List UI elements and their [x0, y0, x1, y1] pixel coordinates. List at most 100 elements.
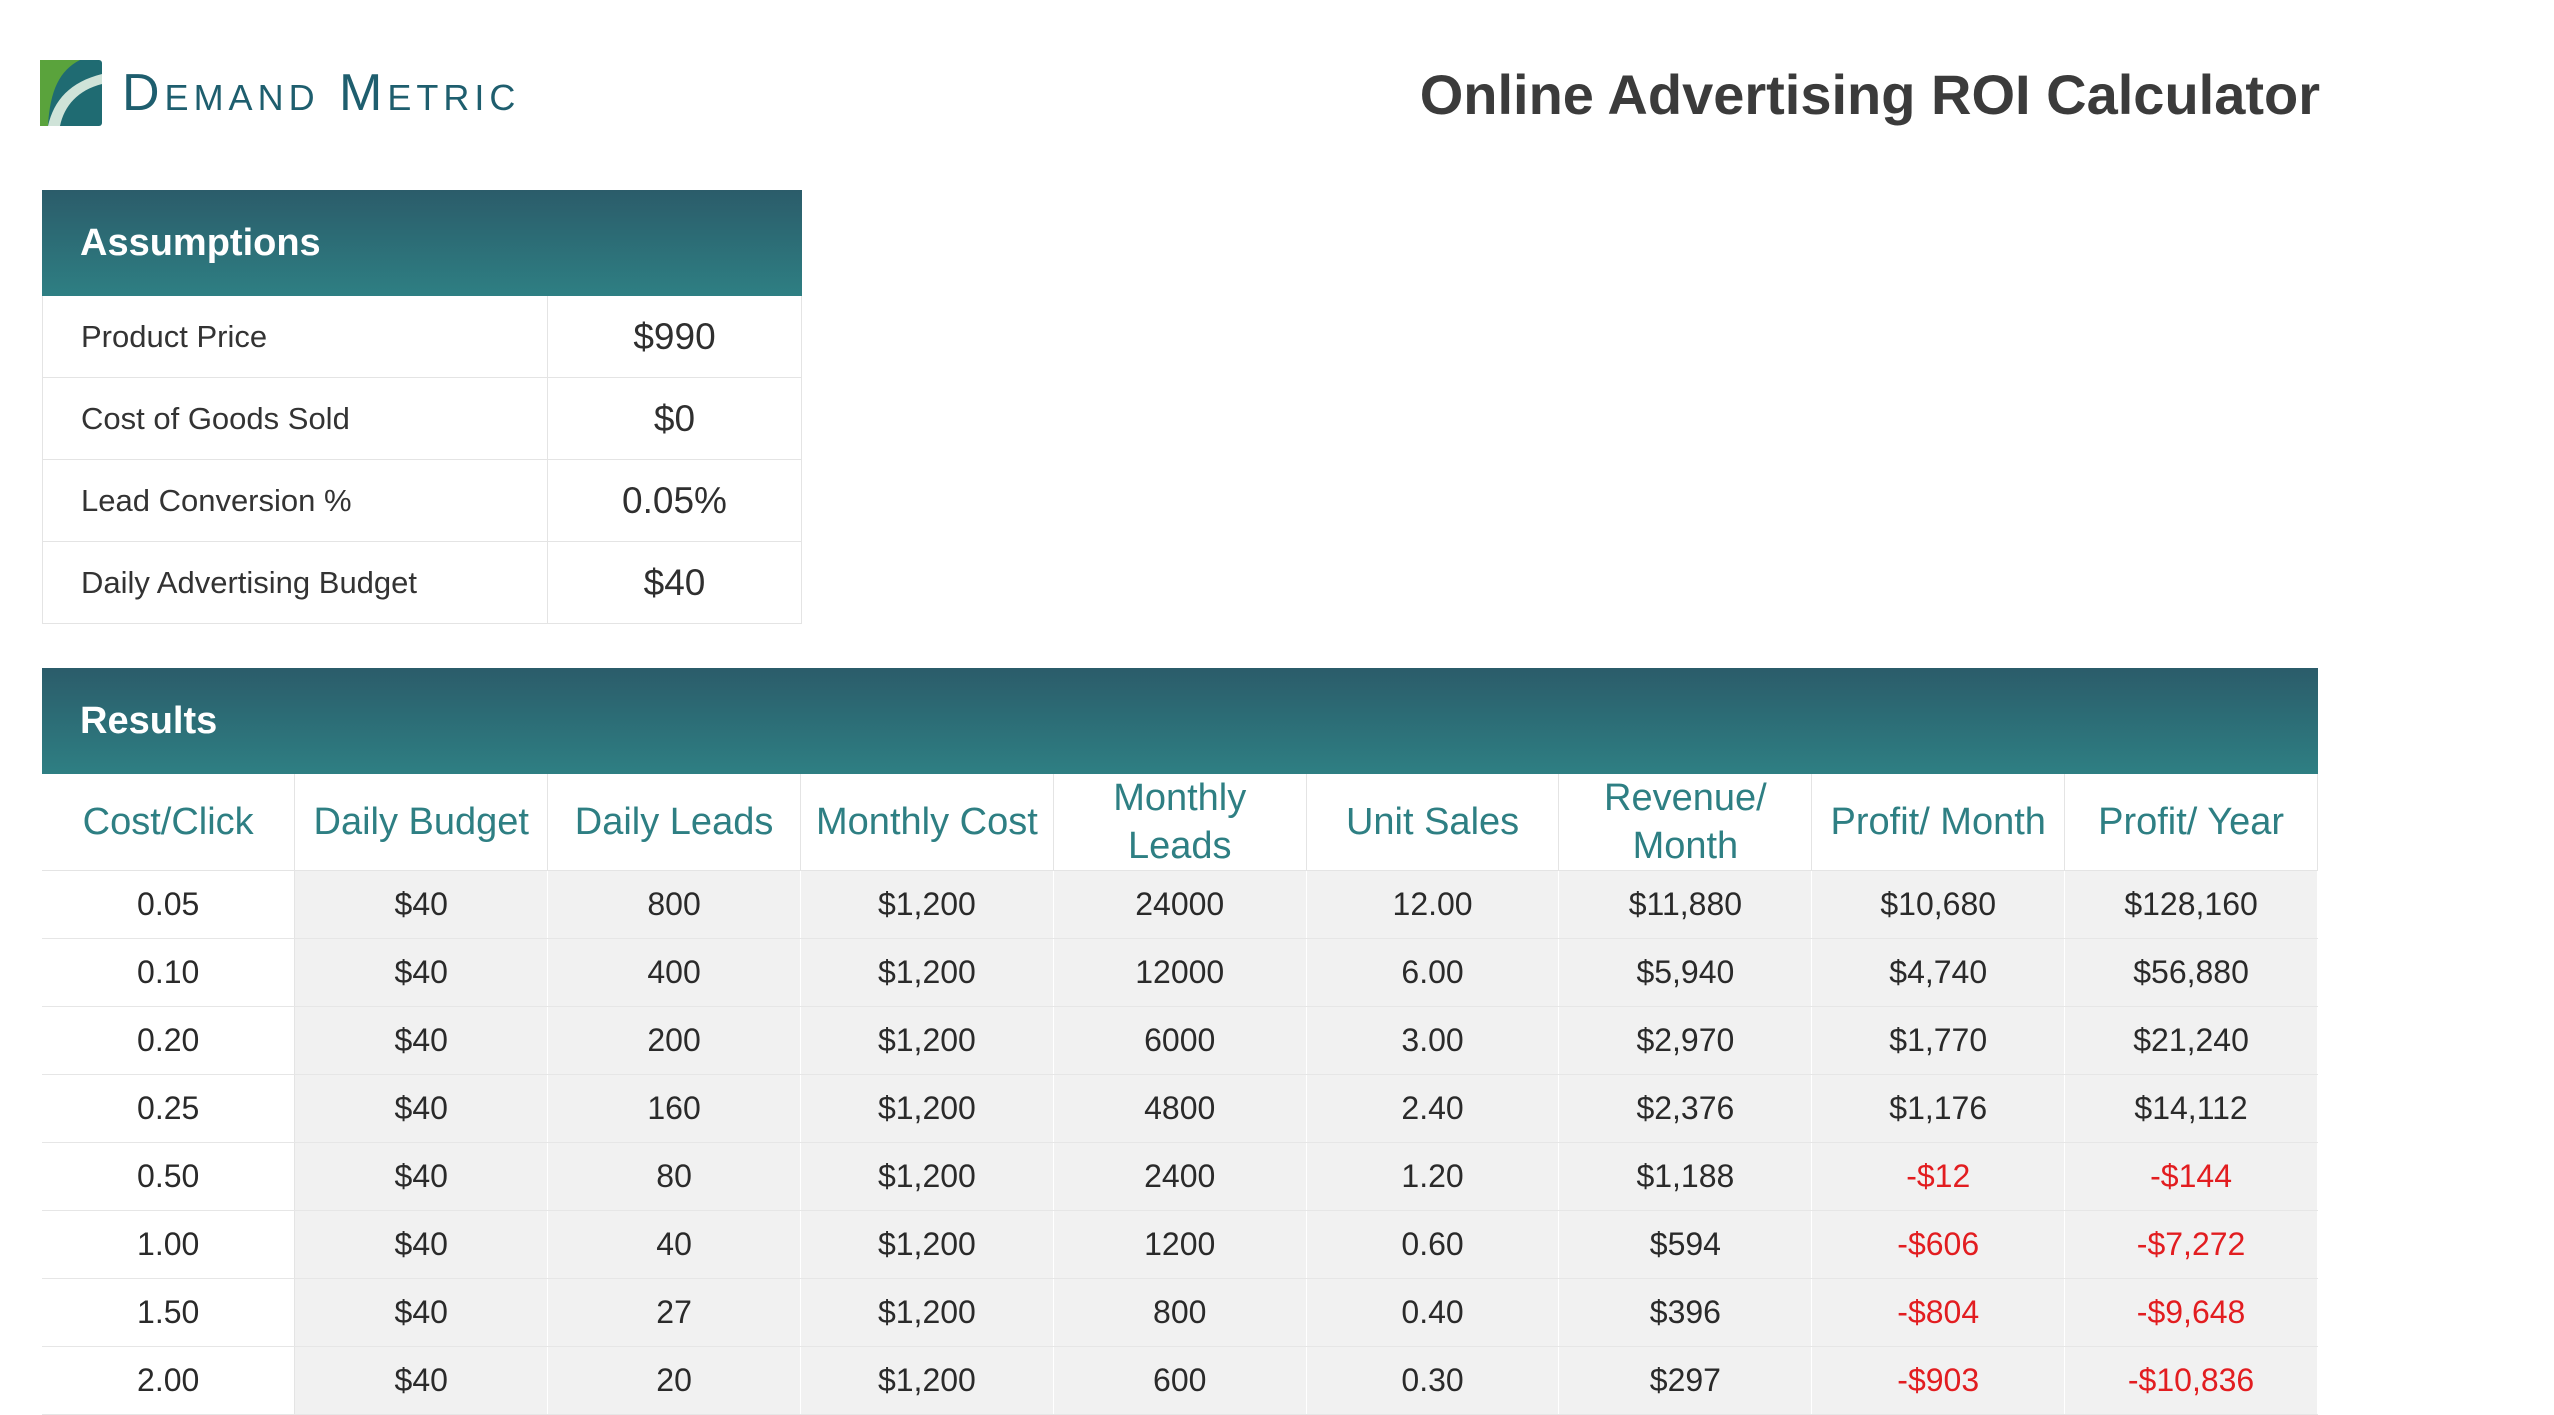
table-cell: $40 [294, 1006, 549, 1075]
table-cell: $40 [294, 1278, 549, 1347]
assumption-label: Lead Conversion % [43, 460, 548, 541]
table-cell: 160 [547, 1074, 801, 1143]
brand-name: Demand Metric [122, 64, 521, 122]
table-cell: $21,240 [2064, 1006, 2318, 1075]
table-cell: 40 [547, 1210, 801, 1279]
assumptions-panel: Assumptions Product Price $990 Cost of Goo… [42, 190, 802, 624]
table-cell: -$10,836 [2064, 1346, 2318, 1415]
assumption-row: Product Price $990 [42, 296, 802, 378]
table-cell: 0.40 [1306, 1278, 1560, 1347]
column-header: Daily Leads [547, 774, 801, 871]
table-cell: $40 [294, 1346, 549, 1415]
table-cell: $40 [294, 1210, 549, 1279]
table-cell: $1,770 [1811, 1006, 2066, 1075]
table-cell: $40 [294, 1074, 549, 1143]
column-header: Unit Sales [1306, 774, 1560, 871]
results-panel: Results Cost/Click Daily Budget Daily Lead… [42, 668, 2318, 1415]
assumptions-header: Assumptions [42, 190, 802, 296]
table-cell: $1,200 [800, 1142, 1054, 1211]
table-cell: 800 [547, 870, 801, 939]
table-cell: 2.00 [42, 1346, 296, 1415]
demand-metric-logo-icon [40, 60, 102, 126]
table-cell: $297 [1558, 1346, 1813, 1415]
table-cell: 24000 [1053, 870, 1307, 939]
table-cell: $1,200 [800, 1074, 1054, 1143]
table-row: 0.50 $40 80 $1,200 2400 1.20 $1,188 -$12 -$144 [42, 1142, 2318, 1211]
table-cell: 1200 [1053, 1210, 1307, 1279]
table-cell: 0.30 [1306, 1346, 1560, 1415]
table-cell: 1.20 [1306, 1142, 1560, 1211]
table-cell: 12.00 [1306, 870, 1560, 939]
table-cell: 0.50 [42, 1142, 296, 1211]
table-cell: $1,200 [800, 938, 1054, 1007]
table-row: 0.20 $40 200 $1,200 6000 3.00 $2,970 $1,770 $21,… [42, 1006, 2318, 1075]
assumption-value-field[interactable]: $0 [548, 378, 801, 459]
assumption-row: Lead Conversion % 0.05% [42, 460, 802, 542]
table-cell: 6000 [1053, 1006, 1307, 1075]
table-cell: $1,200 [800, 870, 1054, 939]
table-cell: -$804 [1811, 1278, 2066, 1347]
table-cell: -$903 [1811, 1346, 2066, 1415]
table-cell: $128,160 [2064, 870, 2318, 939]
column-header: Daily Budget [294, 774, 549, 871]
table-cell: -$606 [1811, 1210, 2066, 1279]
table-cell: 27 [547, 1278, 801, 1347]
assumption-value-field[interactable]: 0.05% [548, 460, 801, 541]
table-cell: $40 [294, 938, 549, 1007]
table-cell: $56,880 [2064, 938, 2318, 1007]
assumption-row: Daily Advertising Budget $40 [42, 542, 802, 624]
column-header: Monthly Cost [800, 774, 1054, 871]
table-cell: $10,680 [1811, 870, 2066, 939]
table-cell: 2400 [1053, 1142, 1307, 1211]
table-row: 1.00 $40 40 $1,200 1200 0.60 $594 -$606 -$7,272 [42, 1210, 2318, 1279]
results-table: Cost/Click Daily Budget Daily Leads Monthly… [42, 774, 2318, 1415]
table-cell: $11,880 [1558, 870, 1813, 939]
table-cell: $1,200 [800, 1210, 1054, 1279]
table-cell: $2,376 [1558, 1074, 1813, 1143]
table-cell: 1.50 [42, 1278, 296, 1347]
table-cell: -$144 [2064, 1142, 2318, 1211]
calculator-page: Demand Metric Online Advertising ROI Cal… [0, 0, 2554, 1415]
table-cell: 6.00 [1306, 938, 1560, 1007]
table-cell: 1.00 [42, 1210, 296, 1279]
column-header: Revenue/ Month [1558, 774, 1813, 871]
column-header: Profit/ Month [1811, 774, 2066, 871]
table-cell: $14,112 [2064, 1074, 2318, 1143]
table-cell: -$7,272 [2064, 1210, 2318, 1279]
assumption-label: Daily Advertising Budget [43, 542, 548, 623]
table-cell: 600 [1053, 1346, 1307, 1415]
table-cell: 20 [547, 1346, 801, 1415]
table-cell: 4800 [1053, 1074, 1307, 1143]
table-cell: 200 [547, 1006, 801, 1075]
table-row: 0.05 $40 800 $1,200 24000 12.00 $11,880 $10,680… [42, 870, 2318, 939]
table-cell: $594 [1558, 1210, 1813, 1279]
table-cell: 80 [547, 1142, 801, 1211]
table-cell: $40 [294, 1142, 549, 1211]
table-cell: $2,970 [1558, 1006, 1813, 1075]
assumption-label: Product Price [43, 296, 548, 377]
table-row: 0.25 $40 160 $1,200 4800 2.40 $2,376 $1,176 $14,… [42, 1074, 2318, 1143]
table-row: 1.50 $40 27 $1,200 800 0.40 $396 -$804 -$9,648 [42, 1278, 2318, 1347]
table-cell: $1,200 [800, 1006, 1054, 1075]
table-cell: 3.00 [1306, 1006, 1560, 1075]
table-row: 0.10 $40 400 $1,200 12000 6.00 $5,940 $4,740 $56… [42, 938, 2318, 1007]
table-cell: $396 [1558, 1278, 1813, 1347]
page-title: Online Advertising ROI Calculator [1419, 63, 2320, 126]
column-header: Cost/Click [42, 774, 296, 871]
table-cell: -$12 [1811, 1142, 2066, 1211]
table-cell: $1,200 [800, 1278, 1054, 1347]
table-cell: $40 [294, 870, 549, 939]
table-cell: $1,200 [800, 1346, 1054, 1415]
table-cell: 12000 [1053, 938, 1307, 1007]
assumption-value-field[interactable]: $40 [548, 542, 801, 623]
table-cell: 0.05 [42, 870, 296, 939]
table-cell: 400 [547, 938, 801, 1007]
table-cell: 0.10 [42, 938, 296, 1007]
assumption-label: Cost of Goods Sold [43, 378, 548, 459]
table-cell: $1,176 [1811, 1074, 2066, 1143]
table-cell: -$9,648 [2064, 1278, 2318, 1347]
table-cell: $1,188 [1558, 1142, 1813, 1211]
assumption-value-field[interactable]: $990 [548, 296, 801, 377]
table-cell: 2.40 [1306, 1074, 1560, 1143]
table-cell: 0.20 [42, 1006, 296, 1075]
